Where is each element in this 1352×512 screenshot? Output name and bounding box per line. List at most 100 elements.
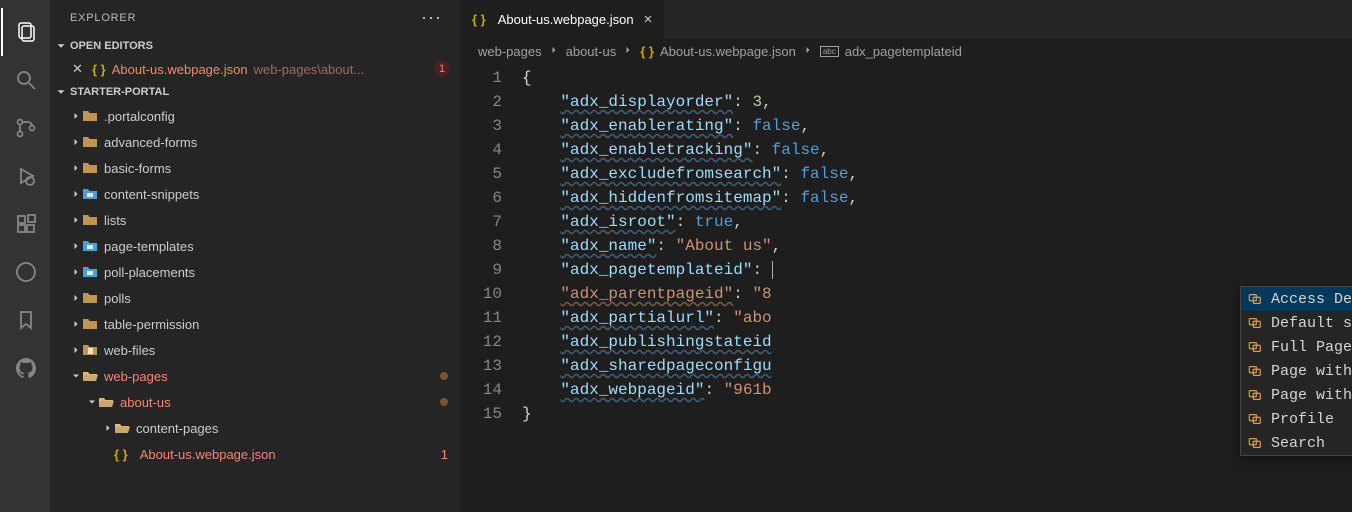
code-line[interactable]: "adx_enablerating": false, (522, 114, 1352, 138)
enum-member-icon (1247, 315, 1263, 331)
code-line[interactable]: "adx_excludefromsearch": false, (522, 162, 1352, 186)
folder-icon (82, 212, 98, 228)
code-line[interactable]: "adx_name": "About us", (522, 234, 1352, 258)
workspace-section[interactable]: STARTER-PORTAL (50, 81, 460, 103)
breadcrumb-part[interactable]: about-us (566, 44, 617, 59)
code-line[interactable]: { (522, 66, 1352, 90)
error-badge: 1 (441, 447, 448, 462)
tree-item-label: table-permission (104, 317, 199, 332)
activity-bookmark[interactable] (1, 296, 49, 344)
suggest-item-label: Default studio template (1271, 315, 1352, 332)
folder-item[interactable]: content-pages (50, 415, 460, 441)
code-lines[interactable]: { "adx_displayorder": 3, "adx_enablerati… (522, 66, 1352, 426)
line-number: 9 (460, 258, 502, 282)
chevron-right-icon[interactable] (70, 136, 82, 148)
activity-power-platform[interactable] (1, 248, 49, 296)
code-line[interactable]: "adx_pagetemplateid": (522, 258, 1352, 282)
open-editor-item[interactable]: ✕ { } About-us.webpage.json web-pages\ab… (50, 57, 460, 81)
line-number: 5 (460, 162, 502, 186)
explorer-more-icon[interactable]: ··· (421, 7, 442, 28)
json-icon: { } (92, 62, 106, 77)
folder-item[interactable]: .portalconfig (50, 103, 460, 129)
code-line[interactable]: "adx_parentpageid": "8 (522, 282, 1352, 306)
code-line[interactable]: "adx_hiddenfromsitemap": false, (522, 186, 1352, 210)
activity-source-control[interactable] (1, 104, 49, 152)
folder-special-icon (82, 264, 98, 280)
folder-file-icon (82, 342, 98, 358)
suggest-item[interactable]: Page with title (1241, 383, 1352, 407)
code-line[interactable]: "adx_publishingstateid (522, 330, 1352, 354)
code-line[interactable]: "adx_enabletracking": false, (522, 138, 1352, 162)
close-icon[interactable]: × (644, 11, 653, 28)
breadcrumb[interactable]: web-pages about-us { } About-us.webpage.… (460, 38, 1352, 64)
activity-github[interactable] (1, 344, 49, 392)
suggest-item[interactable]: Page with child links (1241, 359, 1352, 383)
chevron-right-icon[interactable] (70, 344, 82, 356)
folder-item[interactable]: page-templates (50, 233, 460, 259)
chevron-right-icon[interactable] (70, 318, 82, 330)
open-editors-section[interactable]: OPEN EDITORS (50, 35, 460, 57)
folder-item[interactable]: content-snippets (50, 181, 460, 207)
breadcrumb-part[interactable]: adx_pagetemplateid (845, 44, 962, 59)
breadcrumb-part[interactable]: About-us.webpage.json (660, 44, 796, 59)
suggest-item[interactable]: Profile (1241, 407, 1352, 431)
chevron-right-icon[interactable] (70, 188, 82, 200)
enum-member-icon (1247, 339, 1263, 355)
folder-open-icon (114, 420, 130, 436)
activity-search[interactable] (1, 56, 49, 104)
chevron-down-icon[interactable] (70, 370, 82, 382)
chevron-right-icon[interactable] (70, 266, 82, 278)
folder-item[interactable]: poll-placements (50, 259, 460, 285)
line-number: 6 (460, 186, 502, 210)
line-number: 1 (460, 66, 502, 90)
folder-item[interactable]: lists (50, 207, 460, 233)
editor-tab[interactable]: { } About-us.webpage.json × (460, 0, 664, 38)
suggest-item[interactable]: Full Page (1241, 335, 1352, 359)
line-number: 7 (460, 210, 502, 234)
code-line[interactable]: "adx_partialurl": "abo (522, 306, 1352, 330)
editor-area: { } About-us.webpage.json × web-pages ab… (460, 0, 1352, 512)
suggest-item[interactable]: Default studio template (1241, 311, 1352, 335)
folder-item[interactable]: web-files (50, 337, 460, 363)
activity-explorer[interactable] (1, 8, 49, 56)
chevron-right-icon[interactable] (70, 110, 82, 122)
code-line[interactable]: } (522, 402, 1352, 426)
chevron-down-icon[interactable] (86, 396, 98, 408)
code-editor[interactable]: 123456789101112131415 { "adx_displayorde… (460, 64, 1352, 426)
tree-item-label: About-us.webpage.json (140, 447, 276, 462)
suggest-widget[interactable]: Access Denied Default studio template Full… (1240, 286, 1352, 456)
tree-item-label: about-us (120, 395, 171, 410)
activity-extensions[interactable] (1, 200, 49, 248)
code-line[interactable]: "adx_webpageid": "961b (522, 378, 1352, 402)
code-line[interactable]: "adx_isroot": true, (522, 210, 1352, 234)
line-number: 11 (460, 306, 502, 330)
activity-debug[interactable] (1, 152, 49, 200)
error-badge: 1 (434, 61, 450, 77)
enum-member-icon (1247, 387, 1263, 403)
code-line[interactable]: "adx_sharedpageconfigu (522, 354, 1352, 378)
folder-open-icon (98, 394, 114, 410)
chevron-right-icon[interactable] (70, 162, 82, 174)
close-icon[interactable]: ✕ (72, 61, 88, 77)
chevron-right-icon[interactable] (102, 422, 114, 434)
folder-item[interactable]: basic-forms (50, 155, 460, 181)
suggest-item[interactable]: Search (1241, 431, 1352, 455)
chevron-right-icon[interactable] (70, 214, 82, 226)
suggest-item[interactable]: Access Denied (1241, 287, 1352, 311)
breadcrumb-part[interactable]: web-pages (478, 44, 542, 59)
chevron-right-icon[interactable] (70, 240, 82, 252)
folder-icon (82, 290, 98, 306)
folder-item[interactable]: about-us (50, 389, 460, 415)
explorer-header: EXPLORER ··· (50, 0, 460, 35)
folder-item[interactable]: advanced-forms (50, 129, 460, 155)
tree-item-label: web-pages (104, 369, 168, 384)
suggest-item-label: Full Page (1271, 339, 1352, 356)
folder-item[interactable]: polls (50, 285, 460, 311)
chevron-right-icon[interactable] (70, 292, 82, 304)
folder-item[interactable]: web-pages (50, 363, 460, 389)
file-item[interactable]: { }About-us.webpage.json1 (50, 441, 460, 467)
folder-item[interactable]: table-permission (50, 311, 460, 337)
json-icon: { } (640, 44, 654, 59)
line-number: 2 (460, 90, 502, 114)
code-line[interactable]: "adx_displayorder": 3, (522, 90, 1352, 114)
